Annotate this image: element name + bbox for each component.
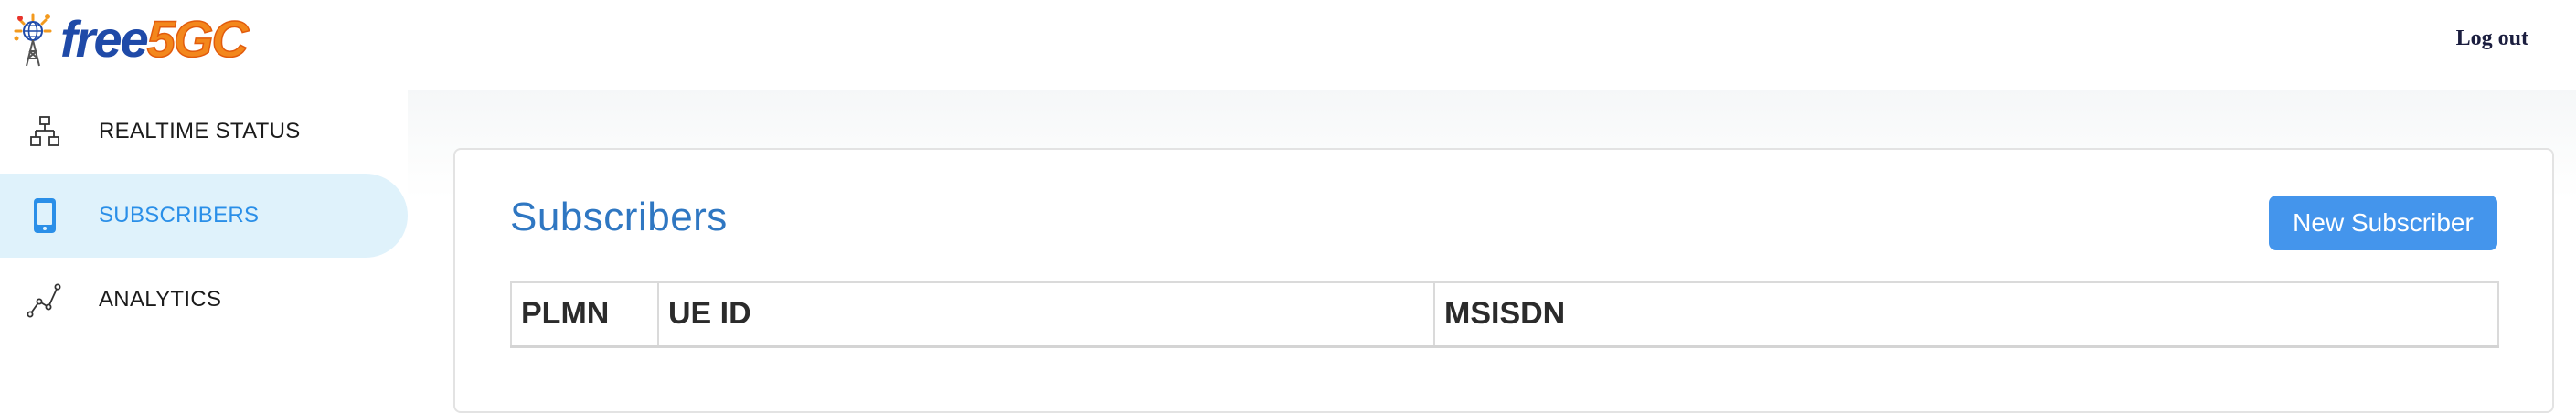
sidebar: REALTIME STATUS SUBSCRIBERS ANALYTICS — [0, 90, 408, 392]
sidebar-item-label: ANALYTICS — [99, 287, 222, 312]
new-subscriber-button[interactable]: New Subscriber — [2269, 196, 2497, 250]
header: free5GC Log out — [0, 0, 2576, 90]
free5gc-logo[interactable]: free5GC — [13, 7, 250, 71]
table-header-row: PLMN UE ID MSISDN — [510, 281, 2499, 348]
column-header-ue-id[interactable]: UE ID — [657, 281, 1435, 348]
sidebar-item-label: SUBSCRIBERS — [99, 203, 260, 228]
column-header-plmn[interactable]: PLMN — [510, 281, 659, 348]
column-header-msisdn[interactable]: MSISDN — [1433, 281, 2499, 348]
network-nodes-icon — [26, 112, 64, 151]
logo-wordmark: free5GC — [60, 13, 250, 66]
sidebar-item-label: REALTIME STATUS — [99, 119, 301, 143]
sidebar-item-subscribers[interactable]: SUBSCRIBERS — [0, 174, 408, 258]
subscribers-card: Subscribers New Subscriber PLMN UE ID MS… — [453, 148, 2554, 413]
logo-free-text: free — [60, 10, 149, 68]
antenna-globe-icon — [14, 13, 52, 67]
line-chart-icon — [26, 281, 64, 319]
sidebar-item-analytics[interactable]: ANALYTICS — [0, 258, 408, 342]
page-title: Subscribers — [510, 195, 728, 239]
logout-link[interactable]: Log out — [2456, 20, 2528, 57]
subscribers-table: PLMN UE ID MSISDN — [510, 281, 2499, 348]
smartphone-icon — [26, 196, 64, 235]
logo-5gc-text: 5GC — [146, 10, 250, 68]
sidebar-item-realtime-status[interactable]: REALTIME STATUS — [0, 90, 408, 174]
